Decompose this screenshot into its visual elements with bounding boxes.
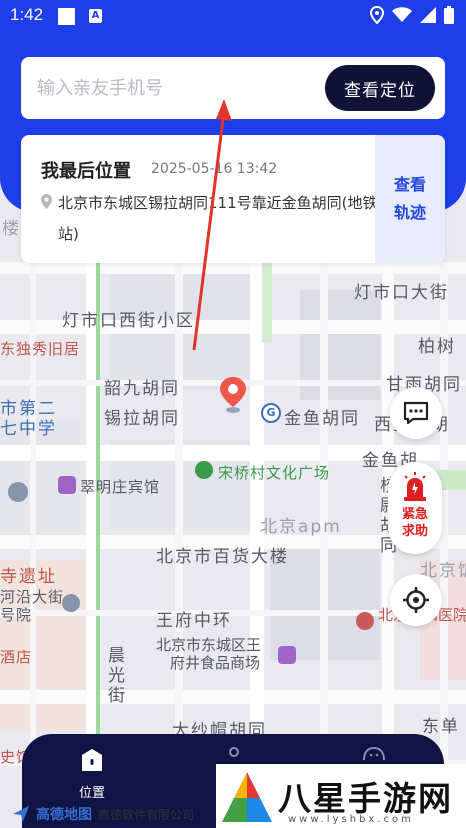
app-notification-icon: A xyxy=(89,9,102,23)
watermark-logo-icon xyxy=(222,772,272,822)
map-label: 韶九胡同 xyxy=(104,379,180,399)
site-watermark: 八星手游网 www.lyshbx.com xyxy=(216,764,466,828)
map-label: 宋桥村文化广场 xyxy=(218,464,331,482)
watermark-brand: 八星手游网 xyxy=(278,779,453,818)
amap-logo-icon xyxy=(13,806,29,822)
map-label: 寺遗址 xyxy=(0,567,57,587)
location-status-icon xyxy=(370,6,384,24)
view-track-button[interactable]: 查看轨迹 xyxy=(375,135,445,263)
wifi-icon xyxy=(392,7,412,22)
nav-item-third[interactable] xyxy=(344,746,404,764)
arrow-annotation xyxy=(192,99,232,351)
signal-icon xyxy=(420,7,436,23)
map-label: 王府中环 xyxy=(156,611,232,631)
landmark-icon xyxy=(8,482,28,502)
shopping-icon xyxy=(278,646,296,664)
map-label: 灯市口大街 xyxy=(354,283,449,303)
person-tab-icon xyxy=(229,747,239,757)
amap-company: 高德软件有限公司 xyxy=(98,807,195,822)
view-track-label: 查看轨迹 xyxy=(393,175,426,222)
card-title: 我最后位置 xyxy=(41,161,131,182)
battery-icon xyxy=(444,6,454,24)
metro-icon: G xyxy=(261,403,281,423)
nav-item-location[interactable]: 位置 xyxy=(62,748,122,801)
amap-brand: 高德地图 xyxy=(36,807,92,823)
map-label: 金鱼胡同 xyxy=(284,409,360,429)
message-button[interactable] xyxy=(390,387,442,439)
alarm-icon xyxy=(404,472,426,501)
map-label: 北京市百货大楼 xyxy=(156,547,289,567)
locate-me-button[interactable] xyxy=(390,574,442,626)
status-bar: 1:42 A xyxy=(0,0,466,32)
user-location-pin-icon[interactable] xyxy=(218,376,248,414)
profile-tab-icon xyxy=(363,746,385,761)
map-label: 翠明庄宾馆 xyxy=(80,478,161,496)
map-label: 七中学 xyxy=(0,419,57,439)
map-label: 东单 xyxy=(422,717,460,737)
park-icon xyxy=(195,461,213,479)
hospital-icon xyxy=(356,612,374,630)
map-label: 北京apm xyxy=(260,517,342,537)
map-label: 楼 xyxy=(2,219,21,239)
map-label: 晨光街 xyxy=(104,646,124,706)
emergency-help-button[interactable]: 紧急 求助 xyxy=(388,462,442,554)
nav-item-second[interactable] xyxy=(204,746,264,761)
hotel-icon xyxy=(58,476,76,494)
status-time: 1:42 xyxy=(10,5,44,24)
watermark-url: www.lyshbx.com xyxy=(288,814,414,825)
message-icon xyxy=(403,401,429,425)
map-label: 号院 xyxy=(0,606,33,624)
location-tab-icon xyxy=(82,749,102,771)
notification-icon xyxy=(58,8,75,25)
emergency-label-line1: 紧急 xyxy=(401,507,428,522)
map-label: 灯市口西街小区 xyxy=(62,311,195,331)
crosshair-icon xyxy=(403,587,429,613)
map-label: 酒店 xyxy=(0,648,33,666)
map-label: 府井食品商场 xyxy=(170,654,261,672)
map-attribution: 高德地图 高德软件有限公司 xyxy=(12,804,194,824)
location-pin-icon xyxy=(41,194,52,209)
landmark-icon xyxy=(62,594,80,612)
view-location-button[interactable]: 查看定位 xyxy=(325,65,435,111)
map-label: 柏树 xyxy=(418,337,456,357)
map-label: 锡拉胡同 xyxy=(104,409,180,429)
emergency-help-label: 紧急 求助 xyxy=(388,506,442,540)
emergency-label-line2: 求助 xyxy=(401,524,428,539)
nav-item-label: 位置 xyxy=(78,786,105,801)
map-label: 东独秀旧居 xyxy=(0,340,81,358)
phone-number-input[interactable] xyxy=(37,71,317,105)
